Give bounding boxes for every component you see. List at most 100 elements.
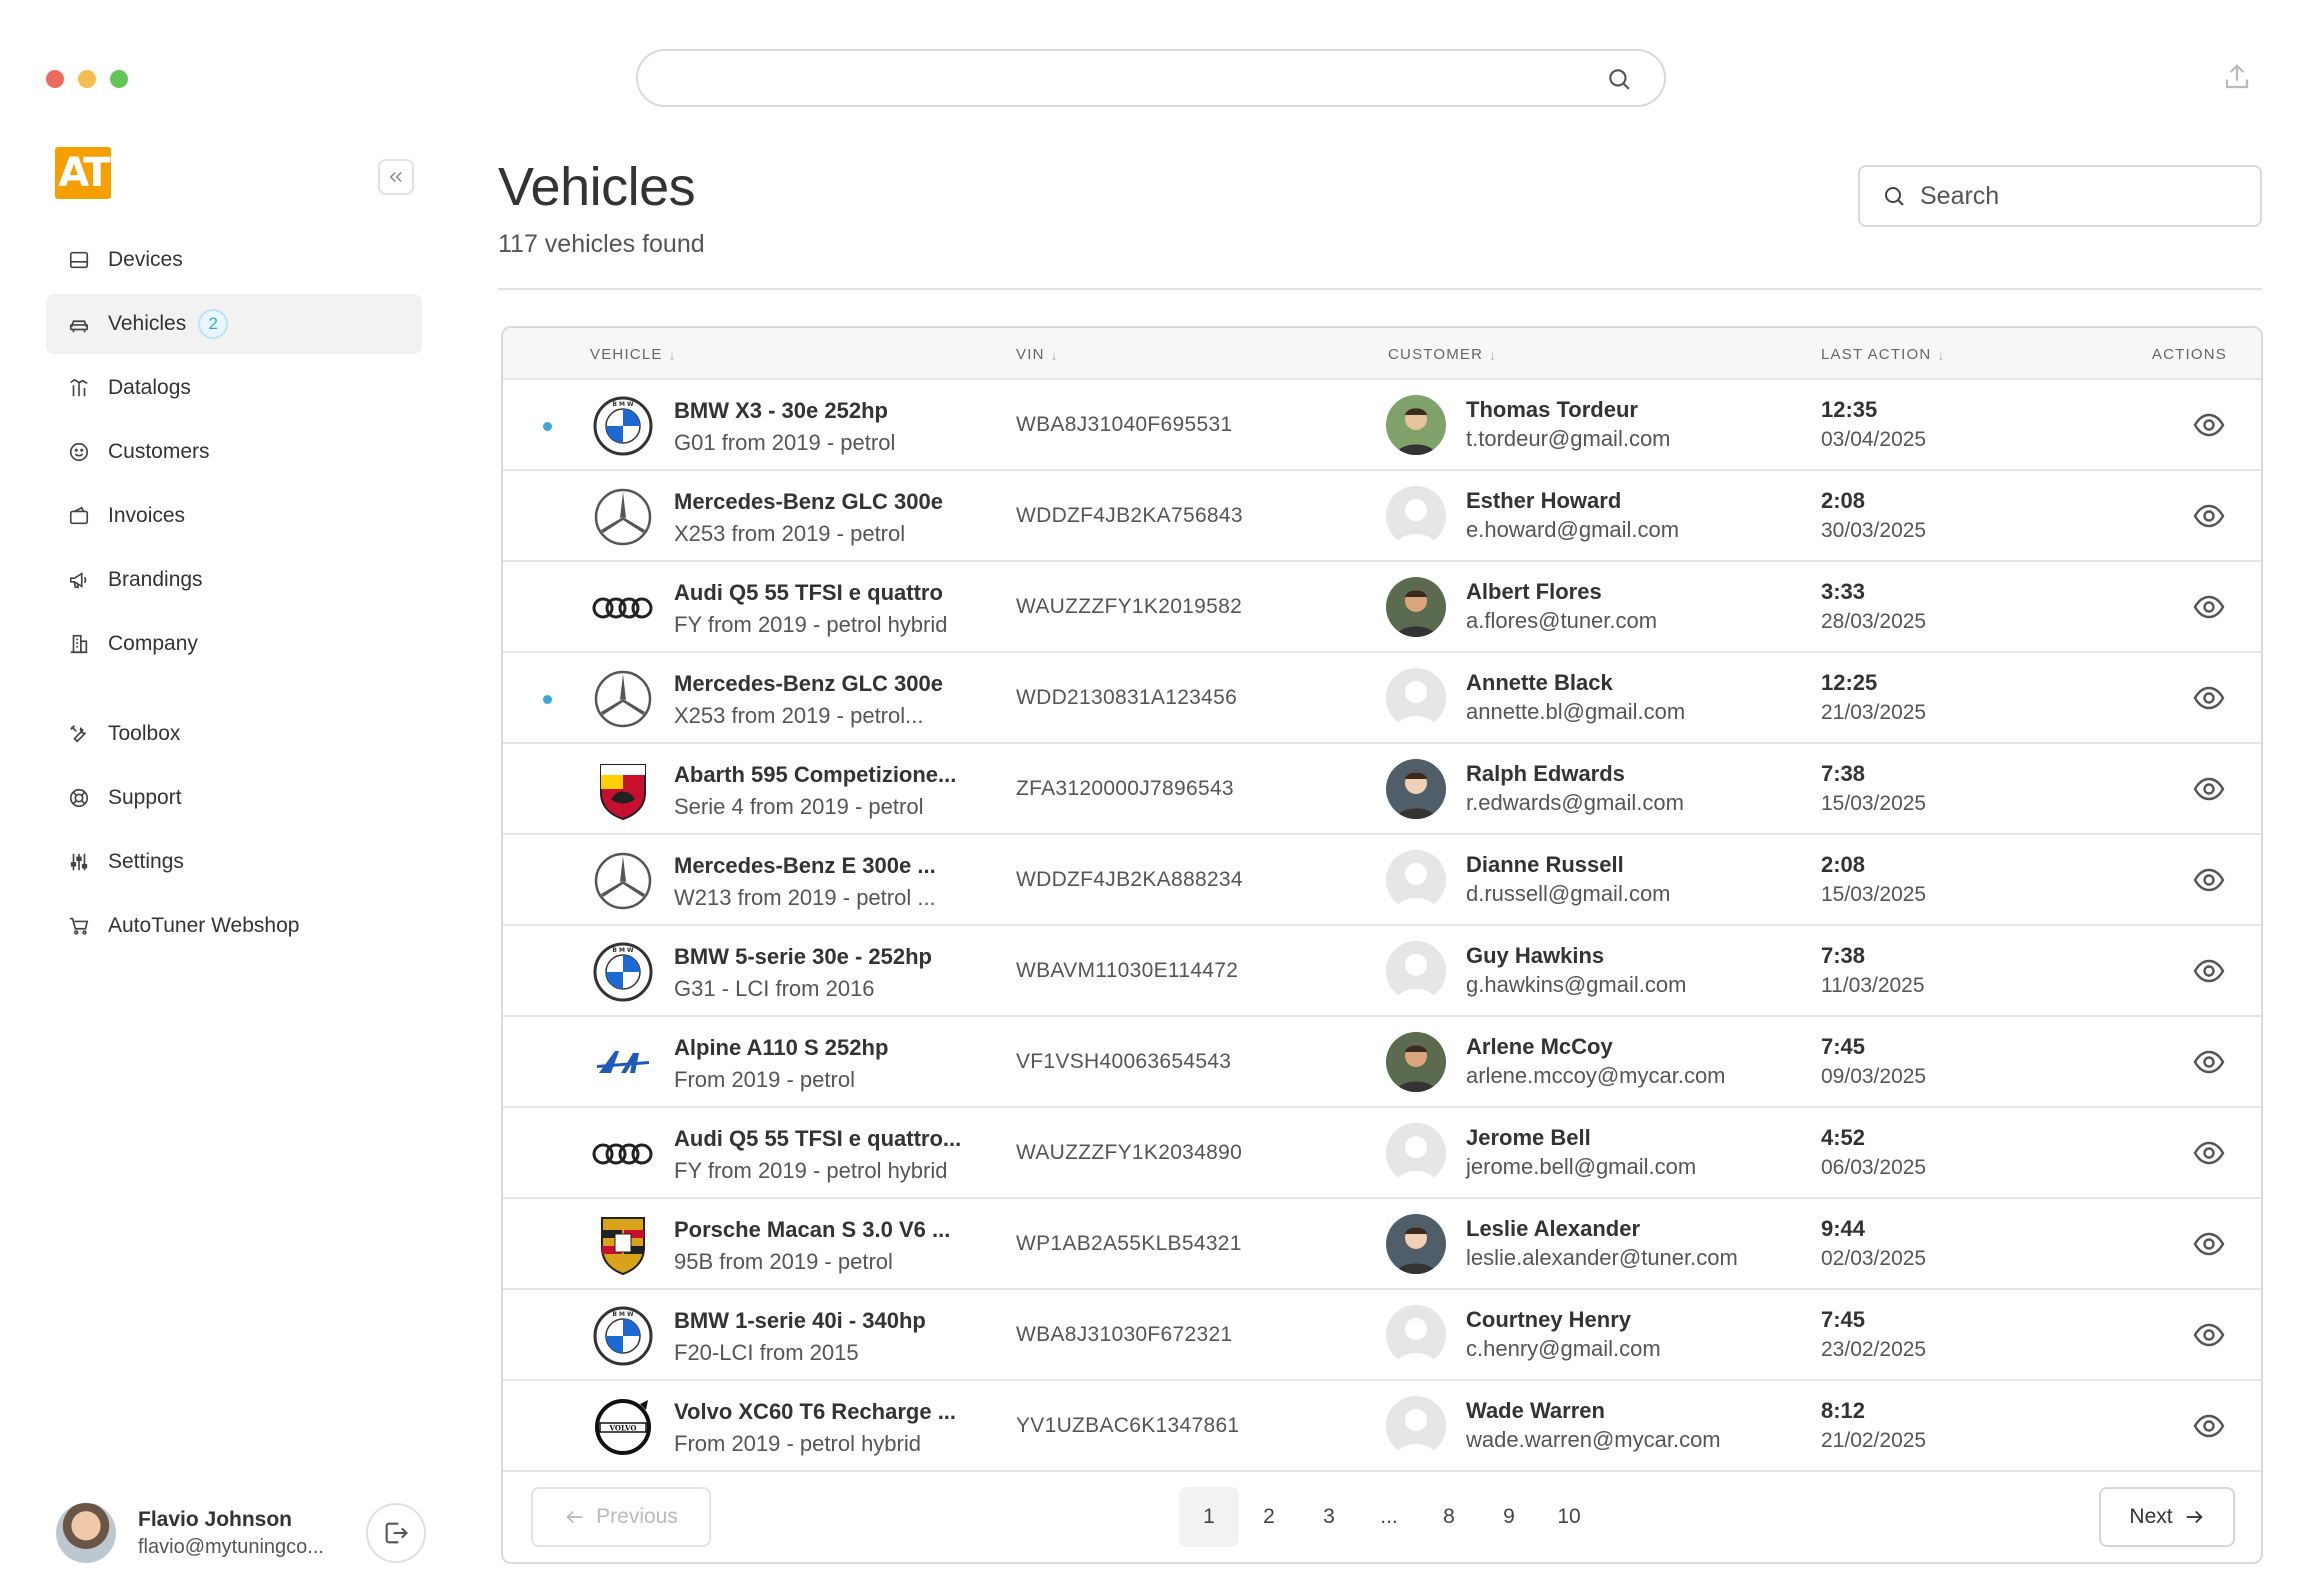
view-icon[interactable] [2191,410,2227,440]
last-action-date: 21/02/2025 [1821,1429,1927,1452]
vehicle-name: BMW 1-serie 40i - 340hp [674,1308,926,1333]
view-icon[interactable] [2191,1411,2227,1441]
sidebar-item-devices[interactable]: Devices [46,230,422,290]
customer-email: d.russell@gmail.com [1466,881,1671,906]
vehicle-description: X253 from 2019 - petrol... [674,703,924,728]
table-row[interactable]: B M W BMW 5-serie 30e - 252hp G31 - LCI … [503,926,2261,1017]
header-divider [498,288,2262,290]
page-button[interactable]: 1 [1179,1487,1239,1547]
vin-value: WP1AB2A55KLB54321 [1016,1232,1242,1255]
logout-icon [385,1522,408,1544]
building-icon [66,631,92,657]
table-row[interactable]: Audi Q5 55 TFSI e quattro... FY from 201… [503,1108,2261,1199]
view-icon[interactable] [2191,1229,2227,1259]
search-input[interactable] [1920,181,2240,211]
vehicles-table: VEHICLE ↓ VIN ↓ CUSTOMER ↓ LAST ACTION ↓ ACT… [501,326,2263,1564]
table-row[interactable]: Mercedes-Benz E 300e ... W213 from 2019 … [503,835,2261,926]
mercedes-logo-icon [591,849,655,913]
column-last-action[interactable]: LAST ACTION ↓ [1821,346,1946,363]
sidebar-item-customers[interactable]: Customers [46,422,422,482]
next-button[interactable]: Next [2099,1487,2235,1547]
page-button[interactable]: 10 [1539,1487,1599,1547]
sidebar-item-brandings[interactable]: Brandings [46,550,422,610]
sidebar-item-support[interactable]: Support [46,768,422,828]
view-icon[interactable] [2191,1138,2227,1168]
last-action-time: 7:45 [1821,1034,1866,1059]
vehicle-description: 95B from 2019 - petrol [674,1249,893,1274]
customer-avatar [1386,759,1446,819]
previous-button[interactable]: Previous [531,1487,711,1547]
view-icon[interactable] [2191,1320,2227,1350]
table-row[interactable]: B M W BMW X3 - 30e 252hp G01 from 2019 -… [503,380,2261,471]
vehicle-description: W213 from 2019 - petrol ... [674,885,936,910]
sidebar-item-toolbox[interactable]: Toolbox [46,704,422,764]
customer-avatar [1386,1123,1446,1183]
sidebar-item-label: Company [108,632,198,655]
view-icon[interactable] [2191,774,2227,804]
view-icon[interactable] [2191,956,2227,986]
view-icon[interactable] [2191,1047,2227,1077]
vehicle-name: Volvo XC60 T6 Recharge ... [674,1399,957,1424]
view-icon[interactable] [2191,592,2227,622]
view-icon[interactable] [2191,683,2227,713]
datalog-icon [66,375,92,401]
customer-name: Arlene McCoy [1466,1034,1613,1059]
customer-name: Jerome Bell [1466,1125,1591,1150]
sidebar-item-datalogs[interactable]: Datalogs [46,358,422,418]
last-action-date: 06/03/2025 [1821,1156,1927,1179]
sidebar-item-invoices[interactable]: Invoices [46,486,422,546]
column-vehicle[interactable]: VEHICLE ↓ [590,346,677,363]
primary-nav: Devices Vehicles 2 Datalogs Customers In… [46,230,422,678]
table-row[interactable]: Abarth 595 Competizione... Serie 4 from … [503,744,2261,835]
page-ellipsis: ... [1380,1505,1398,1528]
table-row[interactable]: Porsche Macan S 3.0 V6 ... 95B from 2019… [503,1199,2261,1290]
share-icon[interactable] [2222,62,2252,97]
view-icon[interactable] [2191,865,2227,895]
page-button[interactable]: 2 [1239,1487,1299,1547]
close-window-button[interactable] [46,70,64,88]
column-customer[interactable]: CUSTOMER ↓ [1388,346,1497,363]
sidebar-item-label: Devices [108,248,183,271]
sidebar-item-webshop[interactable]: AutoTuner Webshop [46,896,422,956]
column-vin[interactable]: VIN ↓ [1016,346,1059,363]
table-row[interactable]: B M W BMW 1-serie 40i - 340hp F20-LCI fr… [503,1290,2261,1381]
vehicle-name: Mercedes-Benz GLC 300e [674,489,943,514]
table-row[interactable]: Alpine A110 S 252hp From 2019 - petrol V… [503,1017,2261,1108]
table-row[interactable]: VOLVO Volvo XC60 T6 Recharge ... From 20… [503,1381,2261,1472]
sidebar-item-vehicles[interactable]: Vehicles 2 [46,294,422,354]
address-search-bar[interactable] [636,49,1666,107]
svg-text:B M W: B M W [612,947,634,954]
customer-name: Dianne Russell [1466,852,1624,877]
vin-value: WDDZF4JB2KA888234 [1016,868,1243,891]
maximize-window-button[interactable] [110,70,128,88]
customer-avatar [1386,395,1446,455]
last-action-date: 15/03/2025 [1821,883,1927,906]
page-button[interactable]: 9 [1479,1487,1539,1547]
logout-button[interactable] [366,1503,426,1563]
wallet-icon [66,503,92,529]
mercedes-logo-icon [591,667,655,731]
table-body: B M W BMW X3 - 30e 252hp G01 from 2019 -… [503,380,2261,1472]
last-action-date: 11/03/2025 [1821,974,1925,997]
table-row[interactable]: Mercedes-Benz GLC 300e X253 from 2019 - … [503,471,2261,562]
collapse-sidebar-button[interactable] [378,159,414,195]
sidebar-item-settings[interactable]: Settings [46,832,422,892]
sort-arrow-icon: ↓ [1937,346,1946,363]
vin-value: WDDZF4JB2KA756843 [1016,504,1243,527]
sidebar-item-company[interactable]: Company [46,614,422,674]
table-row[interactable]: Audi Q5 55 TFSI e quattro FY from 2019 -… [503,562,2261,653]
vehicle-name: Audi Q5 55 TFSI e quattro [674,580,943,605]
vehicle-name: BMW 5-serie 30e - 252hp [674,944,932,969]
table-row[interactable]: Mercedes-Benz GLC 300e X253 from 2019 - … [503,653,2261,744]
customer-avatar [1386,1214,1446,1274]
page-button[interactable]: 3 [1299,1487,1359,1547]
customer-name: Annette Black [1466,670,1613,695]
audi-logo-icon [591,576,655,640]
vin-value: WDD2130831A123456 [1016,686,1238,709]
sidebar-item-label: Brandings [108,568,203,591]
minimize-window-button[interactable] [78,70,96,88]
customer-avatar [1386,577,1446,637]
page-button[interactable]: 8 [1419,1487,1479,1547]
vehicle-search[interactable] [1858,165,2262,227]
view-icon[interactable] [2191,501,2227,531]
